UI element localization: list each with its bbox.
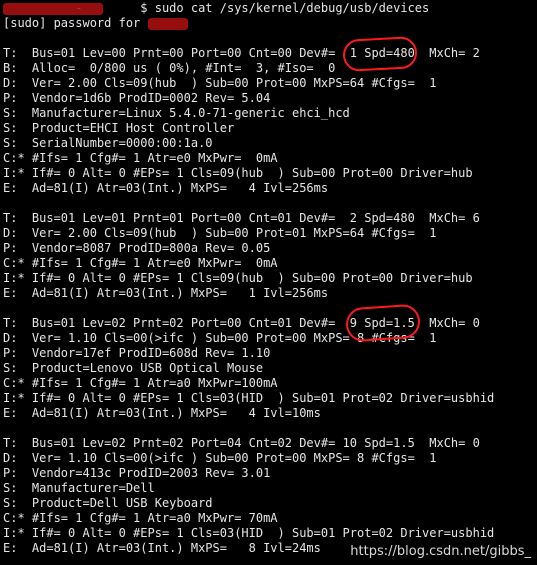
terminal-line: E: Ad=81(I) Atr=03(Int.) MxPS= 1 Ivl=256…	[3, 286, 329, 300]
terminal-line: [sudo] password for	[3, 16, 148, 30]
terminal-line: S: Product=EHCI Host Controller	[3, 121, 235, 135]
terminal-line: D: Ver= 2.00 Cls=09(hub ) Sub=00 Prot=00…	[3, 76, 437, 90]
redacted-password-user	[148, 18, 188, 30]
terminal-line: T: Bus=01 Lev=02 Prnt=02 Port=04 Cnt=02 …	[3, 436, 480, 450]
terminal-line: E: Ad=81(I) Atr=03(Int.) MxPS= 8 Ivl=24m…	[3, 541, 321, 555]
terminal-line: C:* #Ifs= 1 Cfg#= 1 Atr=a0 MxPwr= 70mA	[3, 511, 278, 525]
terminal-line: S: Manufacturer=Dell	[3, 481, 155, 495]
terminal-line: E: Ad=81(I) Atr=03(Int.) MxPS= 4 Ivl=10m…	[3, 406, 321, 420]
terminal-line: I:* If#= 0 Alt= 0 #EPs= 1 Cls=03(HID ) S…	[3, 526, 495, 540]
terminal-window[interactable]: - $ sudo cat /sys/kernel/debug/usb/devic…	[0, 0, 537, 565]
terminal-line: D: Ver= 1.10 Cls=00(>ifc ) Sub=00 Prot=0…	[3, 451, 437, 465]
terminal-line: C:* #Ifs= 1 Cfg#= 1 Atr=a0 MxPwr=100mA	[3, 376, 278, 390]
redacted-username	[3, 3, 103, 15]
terminal-line: C:* #Ifs= 1 Cfg#= 1 Atr=e0 MxPwr= 0mA	[3, 151, 278, 165]
terminal-line: S: Product=Lenovo USB Optical Mouse	[3, 361, 264, 375]
terminal-line: T: Bus=01 Lev=01 Prnt=01 Port=00 Cnt=01 …	[3, 211, 480, 225]
terminal-line: P: Vendor=413c ProdID=2003 Rev= 3.01	[3, 466, 271, 480]
terminal-line: B: Alloc= 0/800 us ( 0%), #Int= 3, #Iso=…	[3, 61, 336, 75]
terminal-line: S: Manufacturer=Linux 5.4.0-71-generic e…	[3, 106, 350, 120]
terminal-line: I:* If#= 0 Alt= 0 #EPs= 1 Cls=09(hub ) S…	[3, 166, 473, 180]
terminal-line: I:* If#= 0 Alt= 0 #EPs= 1 Cls=09(hub ) S…	[3, 271, 473, 285]
terminal-line: C:* #Ifs= 1 Cfg#= 1 Atr=e0 MxPwr= 0mA	[3, 256, 278, 270]
terminal-line: D: Ver= 1.10 Cls=00(>ifc ) Sub=00 Prot=0…	[3, 331, 437, 345]
watermark: https://blog.csdn.net/gibbs_	[350, 544, 531, 559]
terminal-line: E: Ad=81(I) Atr=03(Int.) MxPS= 4 Ivl=256…	[3, 181, 329, 195]
terminal-line: P: Vendor=1d6b ProdID=0002 Rev= 5.04	[3, 91, 271, 105]
terminal-line: T: Bus=01 Lev=00 Prnt=00 Port=00 Cnt=00 …	[3, 46, 480, 60]
terminal-line: T: Bus=01 Lev=02 Prnt=02 Port=00 Cnt=01 …	[3, 316, 480, 330]
terminal-line: I:* If#= 0 Alt= 0 #EPs= 1 Cls=03(HID ) S…	[3, 391, 495, 405]
terminal-line: P: Vendor=8087 ProdID=800a Rev= 0.05	[3, 241, 271, 255]
terminal-line: S: Product=Dell USB Keyboard	[3, 496, 213, 510]
terminal-line: P: Vendor=17ef ProdID=608d Rev= 1.10	[3, 346, 271, 360]
terminal-line: D: Ver= 2.00 Cls=09(hub ) Sub=00 Prot=01…	[3, 226, 437, 240]
terminal-line: S: SerialNumber=0000:00:1a.0	[3, 136, 213, 150]
